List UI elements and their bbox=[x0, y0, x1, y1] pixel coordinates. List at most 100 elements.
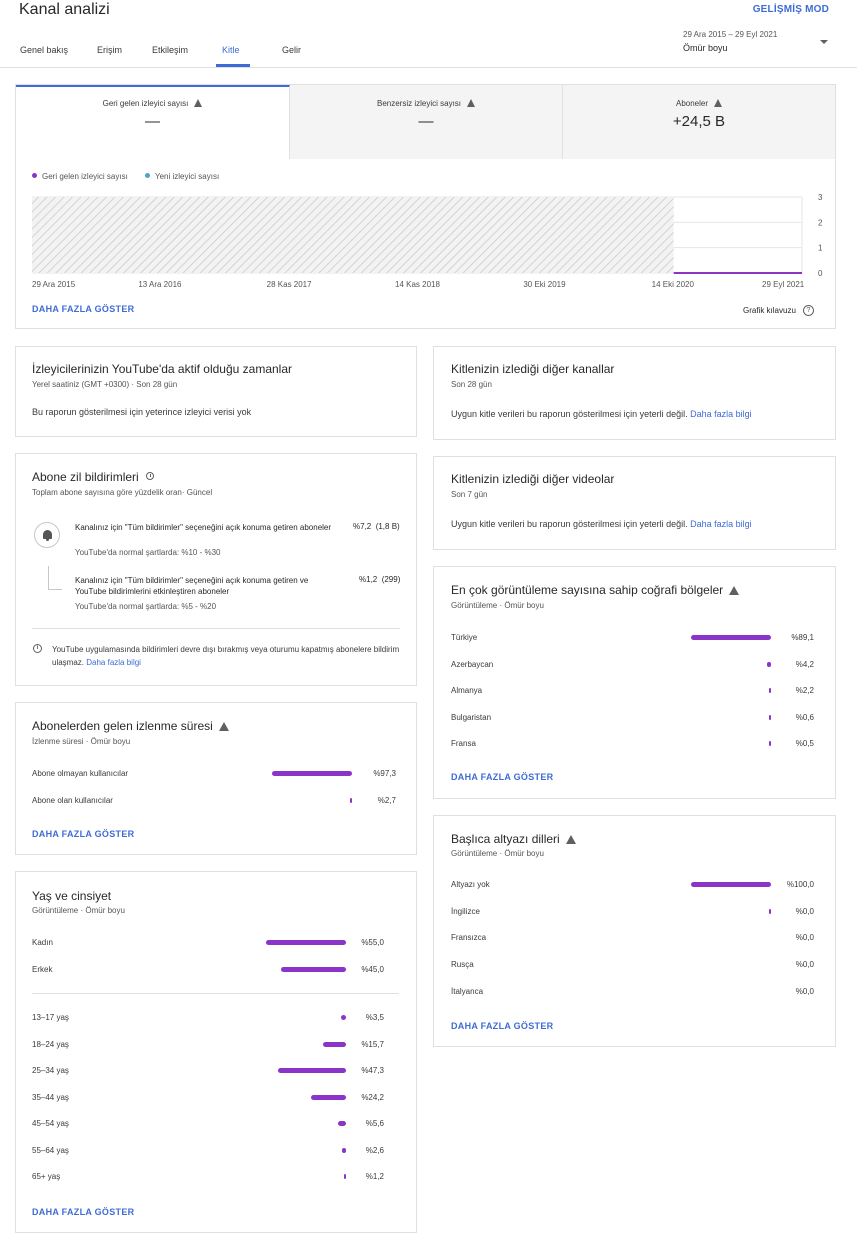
chart-y-tick: 2 bbox=[818, 218, 823, 227]
no-data-message: Uygun kitle verileri bu raporun gösteril… bbox=[451, 519, 752, 529]
connector-line bbox=[48, 566, 49, 590]
legend-label: Geri gelen izleyici sayısı bbox=[42, 172, 128, 181]
row-bar bbox=[691, 882, 771, 887]
card-subtitle: Son 7 gün bbox=[451, 490, 488, 499]
date-range-selector[interactable]: Ömür boyu bbox=[683, 43, 728, 53]
help-icon[interactable]: ? bbox=[803, 305, 814, 316]
legend-dot bbox=[145, 173, 150, 178]
card-subtitle: Görüntüleme · Ömür boyu bbox=[32, 906, 125, 915]
learn-more-link[interactable]: Daha fazla bilgi bbox=[690, 409, 752, 419]
metric-value: — bbox=[418, 113, 434, 130]
show-more-button[interactable]: DAHA FAZLA GÖSTER bbox=[451, 1021, 553, 1031]
tab-reach[interactable]: Erişim bbox=[97, 45, 122, 55]
other-channels-card: Kitlenizin izlediği diğer kanallar Son 2… bbox=[433, 346, 836, 440]
warning-icon bbox=[729, 586, 740, 595]
legend-returning: Geri gelen izleyici sayısı bbox=[32, 172, 128, 181]
row-bar bbox=[311, 1094, 346, 1100]
row-label: 13–17 yaş bbox=[32, 1013, 69, 1022]
show-more-button[interactable]: DAHA FAZLA GÖSTER bbox=[451, 772, 553, 782]
legend-label: Yeni izleyici sayısı bbox=[155, 172, 220, 181]
tab-overview[interactable]: Genel bakış bbox=[20, 45, 68, 55]
row-label: Almanya bbox=[451, 686, 483, 695]
row-value: %2,7 bbox=[377, 796, 396, 805]
subtitle-languages-card: Başlıca altyazı dilleri Görüntüleme · Öm… bbox=[433, 815, 836, 1047]
learn-more-link[interactable]: Daha fazla bilgi bbox=[86, 658, 141, 667]
connector-line bbox=[48, 589, 62, 590]
bell-row-text: Kanalınız için "Tüm bildirimler" seçeneğ… bbox=[75, 576, 309, 596]
show-more-button[interactable]: DAHA FAZLA GÖSTER bbox=[32, 829, 134, 839]
watch-time-card: Abonelerden gelen izlenme süresi İzlenme… bbox=[15, 702, 417, 855]
metric-tab-subscribers[interactable]: Aboneler +24,5 B bbox=[563, 85, 835, 159]
row-value: %100,0 bbox=[786, 880, 814, 889]
chart-x-tick: 29 Ara 2015 bbox=[32, 280, 76, 289]
row-value: %55,0 bbox=[361, 938, 384, 947]
row-value: %0,0 bbox=[795, 906, 814, 916]
row-label: Altyazı yok bbox=[451, 880, 490, 889]
bell-row-norm: YouTube'da normal şartlarda: %10 - %30 bbox=[75, 548, 221, 557]
tab-engagement[interactable]: Etkileşim bbox=[152, 45, 188, 55]
bell-icon-badge bbox=[34, 522, 60, 548]
chevron-down-icon[interactable] bbox=[820, 40, 828, 44]
row-value: %15,7 bbox=[361, 1039, 384, 1049]
bell-row-text: Kanalınız için "Tüm bildirimler" seçeneğ… bbox=[75, 523, 332, 532]
chart-guide-link[interactable]: Grafik kılavuzu bbox=[743, 306, 796, 315]
row-label: 18–24 yaş bbox=[32, 1039, 69, 1049]
row-bar bbox=[277, 1068, 346, 1073]
row-label: Abone olan kullanıcılar bbox=[32, 796, 113, 805]
active-tab-indicator bbox=[216, 64, 250, 67]
warning-icon bbox=[714, 99, 723, 107]
card-title: İzleyicilerinizin YouTube'da aktif olduğ… bbox=[32, 362, 292, 376]
info-icon: i bbox=[33, 644, 42, 653]
page-header: Kanal analizi GELİŞMİŞ MOD Genel bakış E… bbox=[0, 0, 857, 68]
show-more-button[interactable]: DAHA FAZLA GÖSTER bbox=[32, 304, 134, 314]
row-bar bbox=[349, 798, 352, 803]
row-value: %0,0 bbox=[795, 986, 814, 996]
chart-unavailable-region bbox=[32, 197, 674, 273]
card-title: Abonelerden gelen izlenme süresi bbox=[32, 719, 229, 733]
metric-label: Aboneler bbox=[675, 99, 709, 108]
metric-tab-returning-viewers[interactable]: Geri gelen izleyici sayısı — bbox=[16, 85, 290, 159]
bell-row-value: %1,2 (299) bbox=[359, 575, 401, 584]
age-gender-card: Yaş ve cinsiyet Görüntüleme · Ömür boyu … bbox=[15, 871, 417, 1233]
legend-dot bbox=[32, 173, 37, 178]
row-bar bbox=[769, 908, 771, 914]
warning-icon bbox=[565, 835, 576, 844]
row-label: 35–44 yaş bbox=[32, 1092, 69, 1102]
metric-value: — bbox=[145, 113, 160, 130]
card-subtitle: Yerel saatiniz (GMT +0300) · Son 28 gün bbox=[32, 380, 178, 389]
row-bar bbox=[272, 771, 352, 776]
row-bar bbox=[767, 661, 771, 667]
chart-x-tick: 14 Kas 2018 bbox=[395, 280, 440, 289]
card-subtitle: Görüntüleme · Ömür boyu bbox=[451, 601, 544, 610]
chart-y-tick: 1 bbox=[818, 244, 823, 253]
row-value: %0,5 bbox=[795, 739, 814, 748]
card-title: Kitlenizin izlediği diğer kanallar bbox=[451, 362, 615, 376]
other-videos-card: Kitlenizin izlediği diğer videolar Son 7… bbox=[433, 456, 836, 550]
row-value: %2,2 bbox=[795, 686, 814, 695]
row-label: İngilizce bbox=[451, 906, 480, 916]
row-label: 65+ yaş bbox=[32, 1172, 61, 1181]
show-more-button[interactable]: DAHA FAZLA GÖSTER bbox=[32, 1207, 134, 1217]
advanced-mode-button[interactable]: GELİŞMİŞ MOD bbox=[753, 4, 829, 15]
row-value: %0,6 bbox=[795, 712, 814, 722]
row-label: Kadın bbox=[32, 938, 53, 947]
row-label: Rusça bbox=[451, 960, 474, 970]
row-label: Abone olmayan kullanıcılar bbox=[32, 769, 129, 778]
row-label: 45–54 yaş bbox=[32, 1119, 69, 1128]
row-value: %97,3 bbox=[373, 769, 396, 778]
learn-more-link[interactable]: Daha fazla bilgi bbox=[690, 519, 752, 529]
row-label: Fransızca bbox=[451, 933, 487, 943]
warning-icon bbox=[194, 99, 203, 107]
chart-x-tick: 14 Eki 2020 bbox=[651, 280, 694, 289]
metric-tab-unique-viewers[interactable]: Benzersiz izleyici sayısı — bbox=[290, 85, 563, 159]
chart-x-tick: 29 Eyl 2021 bbox=[762, 280, 805, 289]
row-value: %0,0 bbox=[795, 933, 814, 943]
tab-revenue[interactable]: Gelir bbox=[282, 45, 301, 55]
tab-audience[interactable]: Kitle bbox=[222, 45, 240, 55]
date-range-text[interactable]: 29 Ara 2015 – 29 Eyl 2021 bbox=[683, 30, 777, 39]
metric-label: Benzersiz izleyici sayısı bbox=[376, 99, 462, 108]
bell-row-value: %7,2 (1,8 B) bbox=[353, 522, 400, 531]
chart-y-tick: 0 bbox=[818, 269, 823, 278]
row-bar bbox=[280, 967, 346, 972]
card-subtitle: Toplam abone sayısına göre yüzdelik oran… bbox=[32, 488, 213, 497]
